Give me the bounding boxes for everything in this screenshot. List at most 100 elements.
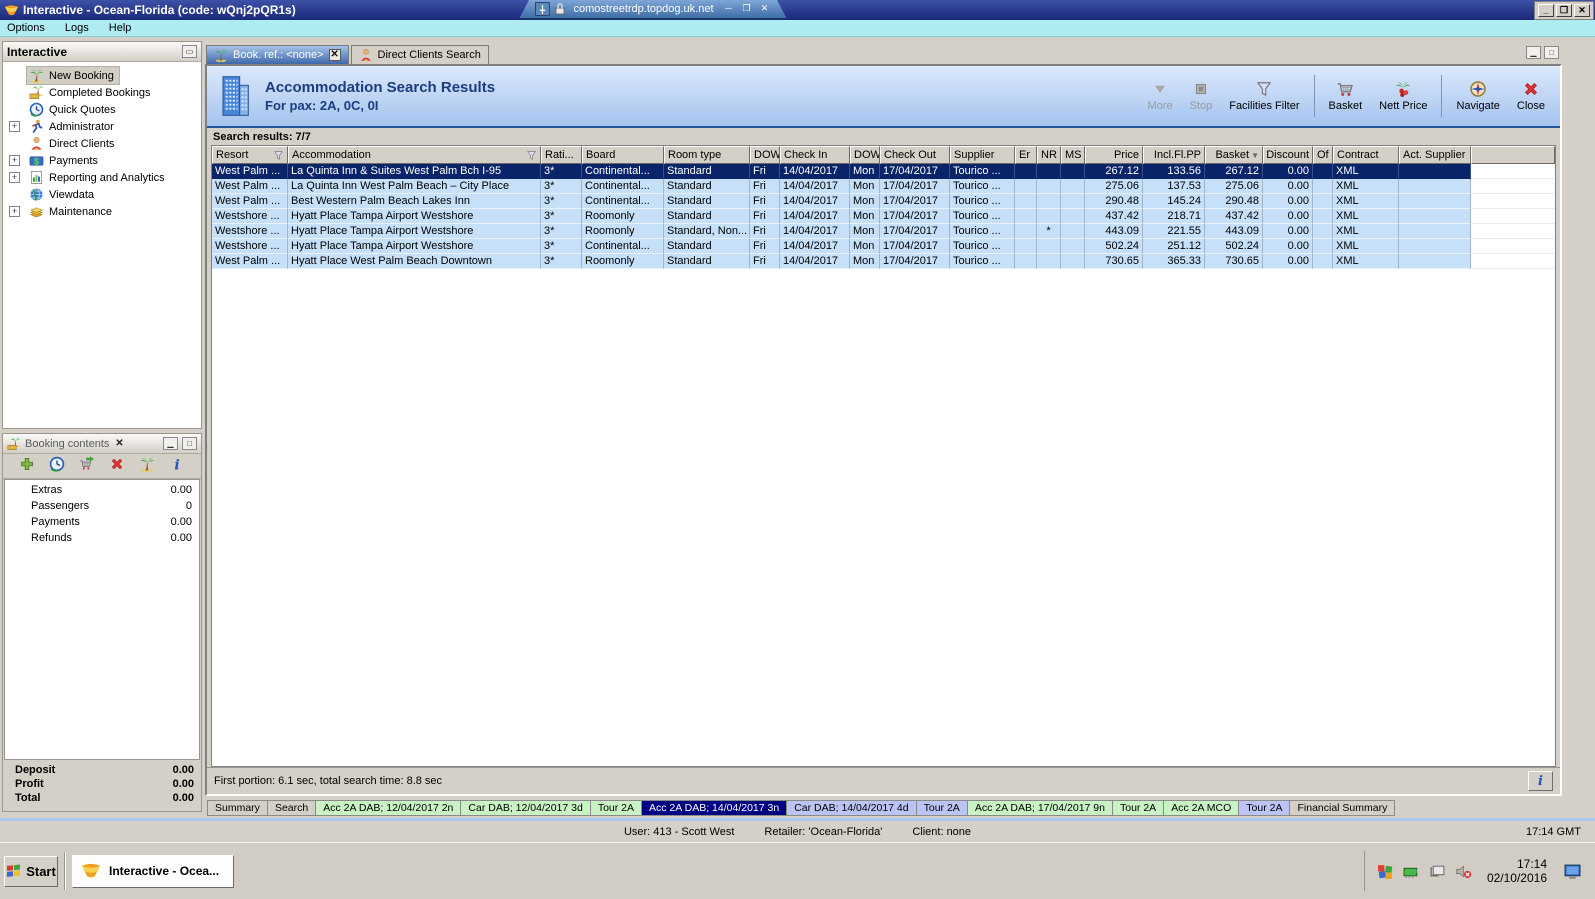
panel-collapse-button[interactable]: ▭ [182,45,197,58]
sidebar-item-new-booking[interactable]: New Booking [3,66,201,85]
column-header-ms[interactable]: MS [1061,146,1085,164]
column-header-supplier[interactable]: Supplier [950,146,1015,164]
table-row[interactable]: Westshore ... Hyatt Place Tampa Airport W… [212,209,1555,224]
doc-maximize-button[interactable]: □ [1544,46,1559,59]
sidebar-item-viewdata[interactable]: Viewdata [3,186,201,203]
table-row[interactable]: West Palm ... Best Western Palm Beach Lak… [212,194,1555,209]
rdp-restore-button[interactable]: ❒ [740,3,753,15]
column-header-basket[interactable]: Basket ▼ [1205,146,1263,164]
booking-contents-row-payments[interactable]: Payments 0.00 [5,516,199,532]
taskbar-clock[interactable]: 17:14 02/10/2016 [1487,857,1547,885]
column-header-of[interactable]: Of [1313,146,1333,164]
booking-contents-close-icon[interactable]: ✕ [113,438,125,450]
column-header-discount[interactable]: Discount [1263,146,1313,164]
add-button[interactable] [19,456,35,477]
column-header-accommodation[interactable]: Accommodation [288,146,541,164]
expand-icon[interactable]: + [9,155,20,166]
sidebar-item-payments[interactable]: + Payments [3,152,201,169]
basket-button[interactable]: Basket [1326,78,1366,114]
column-header-nr[interactable]: NR [1037,146,1061,164]
portion-tab-acc-2a-dab-17-04-2017-9n[interactable]: Acc 2A DAB; 17/04/2017 9n [967,800,1113,816]
column-header-dow[interactable]: DOW [750,146,780,164]
start-button[interactable]: Start [4,855,58,887]
volume-muted-tray-icon[interactable] [1455,863,1472,880]
facilities-filter-button[interactable]: Facilities Filter [1226,78,1302,114]
sidebar-item-direct-clients[interactable]: Direct Clients [3,135,201,152]
portion-tab-acc-2a-dab-12-04-2017-2n[interactable]: Acc 2A DAB; 12/04/2017 2n [316,800,462,816]
portion-tab-financial-summary[interactable]: Financial Summary [1290,800,1396,816]
booking-contents-row-extras[interactable]: Extras 0.00 [5,484,199,500]
column-header-board[interactable]: Board [582,146,664,164]
portion-tab-acc-2a-dab-14-04-2017-3n[interactable]: Acc 2A DAB; 14/04/2017 3n [642,800,788,816]
info-button[interactable]: i [1528,771,1553,791]
menu-help[interactable]: Help [109,22,132,34]
expand-icon[interactable]: + [9,206,20,217]
move-to-basket-button[interactable] [79,456,95,477]
column-header-rati[interactable]: Rati... [541,146,582,164]
portion-tab-summary[interactable]: Summary [207,800,268,816]
column-header-resort[interactable]: Resort [212,146,288,164]
booking-contents-minimize-button[interactable]: ▁ [163,437,178,450]
tab-direct-clients-search[interactable]: Direct Clients Search [350,45,489,64]
portion-tab-tour-2a[interactable]: Tour 2A [1239,800,1291,816]
column-header-incl-fl-pp[interactable]: Incl.Fl.PP [1143,146,1205,164]
window-minimize-button[interactable]: _ [1538,4,1554,17]
rdp-pin-button[interactable] [535,2,550,16]
rdp-minimize-button[interactable]: ─ [722,3,735,15]
sidebar-item-completed-bookings[interactable]: Completed Bookings [3,84,201,101]
table-row[interactable]: Westshore ... Hyatt Place Tampa Airport W… [212,239,1555,254]
sidebar-item-quick-quotes[interactable]: Quick Quotes [3,101,201,118]
column-header-act-supplier[interactable]: Act. Supplier [1399,146,1471,164]
column-header-er[interactable]: Er [1015,146,1037,164]
doc-minimize-button[interactable]: ▁ [1526,46,1541,59]
rdp-connection-tray-icon[interactable] [1429,863,1446,880]
close-button[interactable]: Close [1514,78,1548,114]
palm-tree-button[interactable] [139,456,155,477]
nett-price-button[interactable]: Nett Price [1376,78,1430,114]
booking-contents-row-refunds[interactable]: Refunds 0.00 [5,532,199,548]
administrator-icon [29,119,44,134]
cell-price: 730.65 [1085,254,1143,269]
sidebar-item-administrator[interactable]: + Administrator [3,118,201,135]
portion-tab-tour-2a[interactable]: Tour 2A [590,800,643,816]
column-header-price[interactable]: Price [1085,146,1143,164]
delete-button[interactable] [109,456,125,477]
security-tray-icon[interactable] [1377,863,1394,880]
column-header-check-in[interactable]: Check In [780,146,850,164]
portion-tab-search[interactable]: Search [267,800,317,816]
show-desktop-icon[interactable] [1564,863,1581,880]
window-restore-button[interactable]: ❒ [1556,4,1572,17]
table-row[interactable]: West Palm ... La Quinta Inn West Palm Bea… [212,179,1555,194]
booking-contents-maximize-button[interactable]: □ [182,437,197,450]
cell-basket: 437.42 [1205,209,1263,224]
column-header-room-type[interactable]: Room type [664,146,750,164]
column-header-check-out[interactable]: Check Out [880,146,950,164]
portion-tab-car-dab-12-04-2017-3d[interactable]: Car DAB; 12/04/2017 3d [461,800,591,816]
portion-tab-tour-2a[interactable]: Tour 2A [1113,800,1165,816]
tab-book-ref-none[interactable]: Book. ref.: <none> ✕ [206,45,349,64]
taskbar-task-button[interactable]: Interactive - Ocea... [72,854,234,888]
booking-contents-row-passengers[interactable]: Passengers 0 [5,500,199,516]
tab-close-icon[interactable]: ✕ [328,49,341,61]
menu-logs[interactable]: Logs [65,22,89,34]
table-row[interactable]: West Palm ... Hyatt Place West Palm Beach… [212,254,1555,269]
sidebar-item-maintenance[interactable]: + Maintenance [3,203,201,220]
rdp-close-button[interactable]: ✕ [758,3,771,15]
expand-icon[interactable]: + [9,172,20,183]
quick-quote-button[interactable] [49,456,65,477]
menu-options[interactable]: Options [7,22,45,34]
column-header-dow[interactable]: DOW [850,146,880,164]
portion-tab-car-dab-14-04-2017-4d[interactable]: Car DAB; 14/04/2017 4d [787,800,917,816]
sidebar-item-reporting-and-analytics[interactable]: + Reporting and Analytics [3,169,201,186]
expand-icon[interactable]: + [9,121,20,132]
portion-tab-tour-2a[interactable]: Tour 2A [916,800,968,816]
portion-tab-acc-2a-mco[interactable]: Acc 2A MCO [1164,800,1240,816]
info-button[interactable] [169,456,185,477]
toolbar-separator [1313,75,1315,117]
window-close-button[interactable]: ✕ [1574,4,1590,17]
navigate-button[interactable]: Navigate [1453,78,1502,114]
column-header-contract[interactable]: Contract [1333,146,1399,164]
table-row[interactable]: Westshore ... Hyatt Place Tampa Airport W… [212,224,1555,239]
network-tray-icon[interactable] [1403,863,1420,880]
table-row[interactable]: West Palm ... La Quinta Inn & Suites West… [212,164,1555,179]
